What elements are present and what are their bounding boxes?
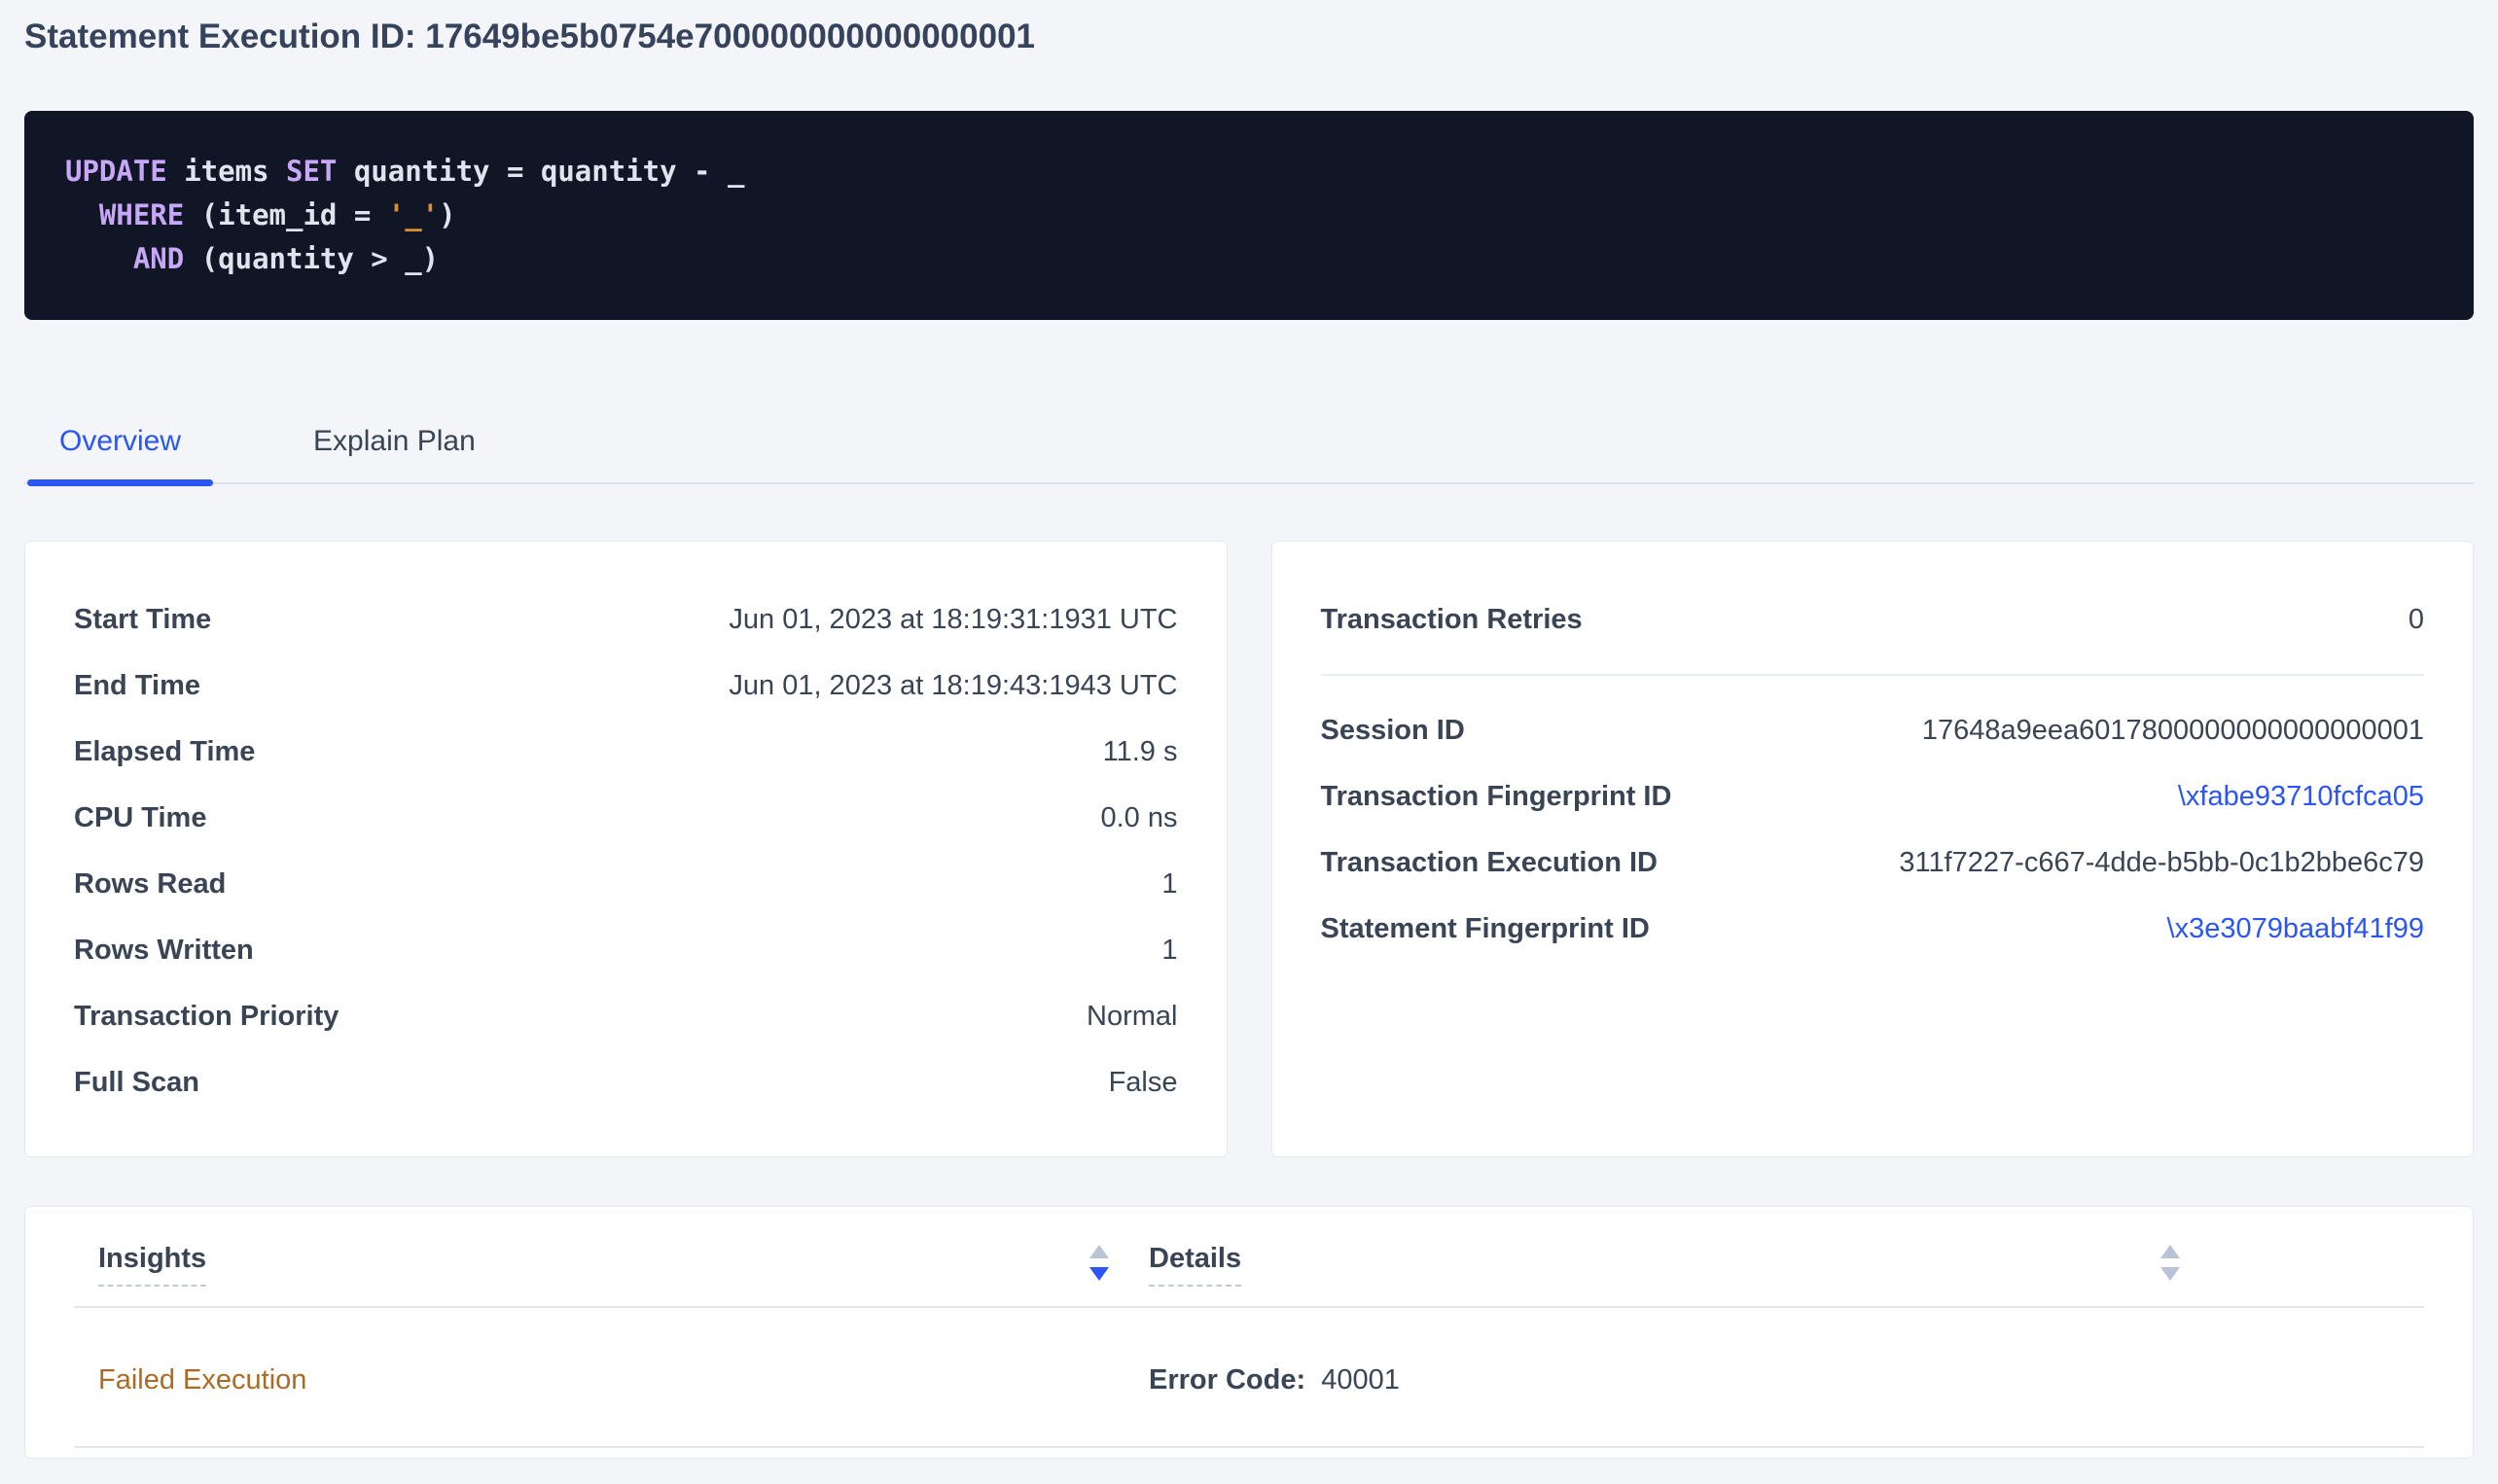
table-row-divider [74, 1446, 2424, 1448]
tab-overview[interactable]: Overview [27, 424, 213, 482]
row-rows-read: Rows Read 1 [74, 851, 1178, 917]
row-value: 311f7227-c667-4dde-b5bb-0c1b2bbe6c79 [1899, 841, 2424, 884]
row-transaction-fingerprint-id: Transaction Fingerprint ID \xfabe93710fc… [1321, 763, 2425, 830]
row-label: CPU Time [74, 796, 206, 839]
transaction-fingerprint-link[interactable]: \xfabe93710fcfca05 [2178, 775, 2424, 818]
sql-text: (item_id = [184, 198, 388, 231]
row-label: Full Scan [74, 1061, 199, 1104]
row-transaction-priority: Transaction Priority Normal [74, 983, 1178, 1049]
row-value: 11.9 s [1103, 730, 1178, 773]
insights-table-card: Insights Details Failed Execution Error … [24, 1206, 2474, 1459]
row-label: Elapsed Time [74, 730, 255, 773]
sql-text: ) [439, 198, 455, 231]
row-label: Transaction Retries [1321, 598, 1583, 641]
row-label: Statement Fingerprint ID [1321, 907, 1650, 950]
row-statement-fingerprint-id: Statement Fingerprint ID \x3e3079baabf41… [1321, 896, 2425, 962]
row-value: 0.0 ns [1101, 796, 1178, 839]
sql-line-2: WHERE (item_id = '_') [65, 194, 2433, 237]
tab-explain-plan[interactable]: Explain Plan [281, 424, 508, 482]
details-cell: Error Code: 40001 [1110, 1359, 2424, 1401]
sql-text: items [167, 155, 286, 188]
page: Statement Execution ID: 17649be5b0754e70… [0, 0, 2498, 1459]
sql-indent [65, 242, 133, 275]
sql-keyword-update: UPDATE [65, 155, 167, 188]
details-column-header: Details [1110, 1242, 2424, 1287]
row-value: 1 [1161, 929, 1177, 972]
insights-table-header: Insights Details [74, 1242, 2424, 1287]
row-value: 0 [2409, 598, 2424, 641]
row-label: Rows Read [74, 863, 226, 905]
page-title: Statement Execution ID: 17649be5b0754e70… [24, 0, 2474, 58]
summary-cards: Start Time Jun 01, 2023 at 18:19:31:1931… [24, 541, 2474, 1157]
row-label: Session ID [1321, 709, 1465, 752]
sql-text: quantity = quantity - _ [337, 155, 744, 188]
row-label: Transaction Execution ID [1321, 841, 1658, 884]
row-value: Jun 01, 2023 at 18:19:43:1943 UTC [729, 664, 1177, 707]
insight-cell: Failed Execution [74, 1359, 1110, 1401]
row-elapsed-time: Elapsed Time 11.9 s [74, 719, 1178, 785]
transaction-card: Transaction Retries 0 Session ID 17648a9… [1271, 541, 2475, 1157]
insights-column-label[interactable]: Insights [98, 1242, 206, 1287]
sql-keyword-and: AND [133, 242, 184, 275]
sql-indent [65, 198, 99, 231]
sort-details-icon[interactable] [2159, 1244, 2181, 1283]
tab-bar: Overview Explain Plan [24, 424, 2474, 484]
overview-card: Start Time Jun 01, 2023 at 18:19:31:1931… [24, 541, 1228, 1157]
row-label: Transaction Fingerprint ID [1321, 775, 1672, 818]
sql-keyword-where: WHERE [99, 198, 184, 231]
row-start-time: Start Time Jun 01, 2023 at 18:19:31:1931… [74, 586, 1178, 653]
row-full-scan: Full Scan False [74, 1049, 1178, 1115]
sort-insights-icon[interactable] [1088, 1244, 1110, 1283]
sql-text: (quantity > _) [184, 242, 439, 275]
row-label: Transaction Priority [74, 995, 339, 1038]
row-value: False [1109, 1061, 1178, 1104]
row-rows-written: Rows Written 1 [74, 917, 1178, 983]
row-value: Jun 01, 2023 at 18:19:31:1931 UTC [729, 598, 1177, 641]
sql-line-1: UPDATE items SET quantity = quantity - _ [65, 150, 2433, 194]
row-transaction-execution-id: Transaction Execution ID 311f7227-c667-4… [1321, 830, 2425, 896]
row-value: 17648a9eea6017800000000000000001 [1922, 709, 2424, 752]
insight-row: Failed Execution Error Code: 40001 [74, 1308, 2424, 1446]
sql-string-literal: '_' [388, 198, 439, 231]
row-session-id: Session ID 17648a9eea6017800000000000000… [1321, 697, 2425, 763]
insights-column-header: Insights [74, 1242, 1110, 1287]
error-code-label: Error Code: [1149, 1364, 1305, 1396]
error-code-number: 40001 [1321, 1364, 1400, 1396]
sql-line-3: AND (quantity > _) [65, 237, 2433, 281]
row-label: Rows Written [74, 929, 254, 972]
sql-keyword-set: SET [286, 155, 337, 188]
card-divider [1321, 674, 2425, 676]
row-transaction-retries: Transaction Retries 0 [1321, 586, 2425, 653]
row-value: 1 [1161, 863, 1177, 905]
row-value: Normal [1087, 995, 1177, 1038]
row-cpu-time: CPU Time 0.0 ns [74, 785, 1178, 851]
details-column-label[interactable]: Details [1149, 1242, 1241, 1287]
row-label: Start Time [74, 598, 211, 641]
row-end-time: End Time Jun 01, 2023 at 18:19:43:1943 U… [74, 653, 1178, 719]
row-label: End Time [74, 664, 200, 707]
sql-statement-box: UPDATE items SET quantity = quantity - _… [24, 111, 2474, 320]
statement-fingerprint-link[interactable]: \x3e3079baabf41f99 [2167, 907, 2424, 950]
